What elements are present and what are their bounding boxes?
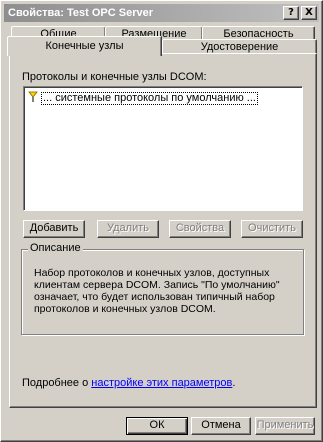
add-button[interactable]: Добавить (23, 220, 85, 238)
cancel-button[interactable]: Отмена (191, 417, 251, 435)
close-button[interactable]: X (301, 6, 317, 20)
more-info-prefix: Подробнее о (22, 377, 92, 389)
window-title: Свойства: Test OPC Server (8, 7, 154, 19)
remove-button[interactable]: Удалить (97, 220, 159, 238)
protocols-listbox[interactable]: ... системные протоколы по умолчанию ... (23, 86, 303, 211)
help-button[interactable]: ? (283, 6, 299, 20)
list-item[interactable]: ... системные протоколы по умолчанию ... (28, 91, 258, 106)
settings-help-link[interactable]: настройке этих параметров (91, 377, 232, 389)
description-legend: Описание (28, 242, 83, 254)
apply-button[interactable]: Применить (255, 417, 315, 435)
more-info-suffix: . (232, 377, 236, 389)
ok-button[interactable]: ОК (126, 417, 188, 435)
protocols-label: Протоколы и конечные узлы DCOM: (22, 71, 207, 83)
clear-button[interactable]: Очистить (241, 220, 303, 238)
more-info-line: Подробнее о настройке этих параметров. (22, 377, 235, 389)
list-item-label: ... системные протоколы по умолчанию ... (41, 92, 258, 105)
protocol-icon (28, 91, 38, 106)
properties-button[interactable]: Свойства (169, 220, 231, 238)
properties-dialog: Свойства: Test OPC Server ? X Общие Разм… (0, 0, 323, 442)
description-text: Набор протоколов и конечных узлов, досту… (34, 267, 280, 315)
tab-endpoints[interactable]: Конечные узлы (7, 36, 162, 56)
description-group: Описание Набор протоколов и конечных узл… (21, 242, 304, 335)
title-bar[interactable]: Свойства: Test OPC Server ? X (4, 4, 319, 22)
